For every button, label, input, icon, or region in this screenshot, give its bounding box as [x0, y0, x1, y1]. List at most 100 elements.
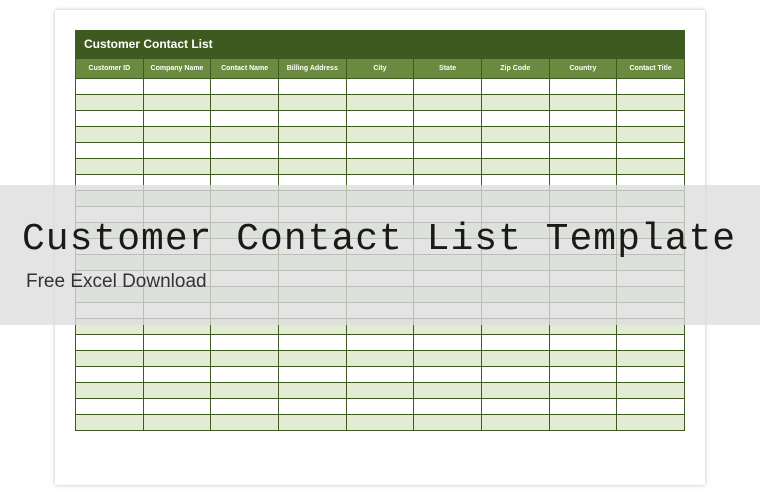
table-cell — [143, 415, 211, 431]
table-cell — [617, 367, 685, 383]
table-cell — [549, 111, 617, 127]
table-cell — [211, 399, 279, 415]
table-cell — [278, 351, 346, 367]
table-cell — [549, 127, 617, 143]
col-contact-title: Contact Title — [617, 59, 685, 79]
table-cell — [143, 335, 211, 351]
table-row — [76, 111, 685, 127]
col-country: Country — [549, 59, 617, 79]
table-cell — [346, 143, 414, 159]
table-cell — [549, 367, 617, 383]
col-contact-name: Contact Name — [211, 59, 279, 79]
table-row — [76, 95, 685, 111]
table-row — [76, 351, 685, 367]
table-cell — [617, 143, 685, 159]
col-zip-code: Zip Code — [481, 59, 549, 79]
table-cell — [211, 111, 279, 127]
table-cell — [346, 399, 414, 415]
table-cell — [143, 127, 211, 143]
table-cell — [481, 399, 549, 415]
table-row — [76, 399, 685, 415]
col-customer-id: Customer ID — [76, 59, 144, 79]
table-cell — [617, 111, 685, 127]
table-cell — [549, 399, 617, 415]
table-cell — [76, 367, 144, 383]
table-cell — [143, 95, 211, 111]
table-cell — [76, 95, 144, 111]
overlay-title: Customer Contact List Template — [22, 218, 760, 261]
table-row — [76, 415, 685, 431]
table-cell — [278, 367, 346, 383]
table-cell — [143, 351, 211, 367]
table-cell — [278, 79, 346, 95]
table-cell — [346, 79, 414, 95]
table-row — [76, 335, 685, 351]
table-cell — [278, 399, 346, 415]
table-cell — [346, 335, 414, 351]
table-cell — [278, 159, 346, 175]
table-cell — [346, 415, 414, 431]
promo-overlay: Customer Contact List Template Free Exce… — [0, 185, 760, 325]
table-cell — [143, 79, 211, 95]
table-row — [76, 143, 685, 159]
col-billing-address: Billing Address — [278, 59, 346, 79]
table-cell — [278, 335, 346, 351]
header-row: Customer ID Company Name Contact Name Bi… — [76, 59, 685, 79]
table-cell — [143, 111, 211, 127]
table-row — [76, 79, 685, 95]
table-cell — [76, 383, 144, 399]
table-cell — [211, 415, 279, 431]
table-cell — [211, 79, 279, 95]
table-cell — [617, 79, 685, 95]
col-state: State — [414, 59, 482, 79]
table-row — [76, 367, 685, 383]
table-cell — [346, 159, 414, 175]
table-cell — [76, 79, 144, 95]
table-cell — [143, 143, 211, 159]
table-cell — [481, 159, 549, 175]
table-cell — [76, 159, 144, 175]
table-cell — [346, 95, 414, 111]
table-cell — [76, 127, 144, 143]
table-cell — [549, 383, 617, 399]
table-cell — [617, 335, 685, 351]
sheet-title: Customer Contact List — [75, 30, 685, 58]
table-cell — [481, 143, 549, 159]
table-cell — [76, 143, 144, 159]
table-cell — [278, 127, 346, 143]
table-cell — [143, 399, 211, 415]
table-cell — [76, 351, 144, 367]
table-cell — [76, 399, 144, 415]
table-cell — [549, 351, 617, 367]
table-cell — [549, 79, 617, 95]
table-cell — [414, 143, 482, 159]
table-cell — [278, 415, 346, 431]
table-cell — [143, 383, 211, 399]
table-cell — [346, 367, 414, 383]
table-cell — [414, 95, 482, 111]
table-cell — [346, 351, 414, 367]
table-cell — [211, 127, 279, 143]
table-cell — [143, 367, 211, 383]
table-cell — [414, 383, 482, 399]
table-cell — [481, 335, 549, 351]
table-cell — [346, 111, 414, 127]
table-row — [76, 383, 685, 399]
table-cell — [211, 335, 279, 351]
table-cell — [346, 127, 414, 143]
table-cell — [617, 351, 685, 367]
table-cell — [211, 367, 279, 383]
table-cell — [481, 351, 549, 367]
table-cell — [414, 399, 482, 415]
table-cell — [549, 159, 617, 175]
table-cell — [481, 111, 549, 127]
table-cell — [278, 95, 346, 111]
col-city: City — [346, 59, 414, 79]
table-cell — [76, 415, 144, 431]
table-cell — [278, 111, 346, 127]
table-cell — [414, 111, 482, 127]
table-cell — [414, 415, 482, 431]
table-cell — [278, 143, 346, 159]
table-cell — [617, 399, 685, 415]
table-cell — [414, 127, 482, 143]
